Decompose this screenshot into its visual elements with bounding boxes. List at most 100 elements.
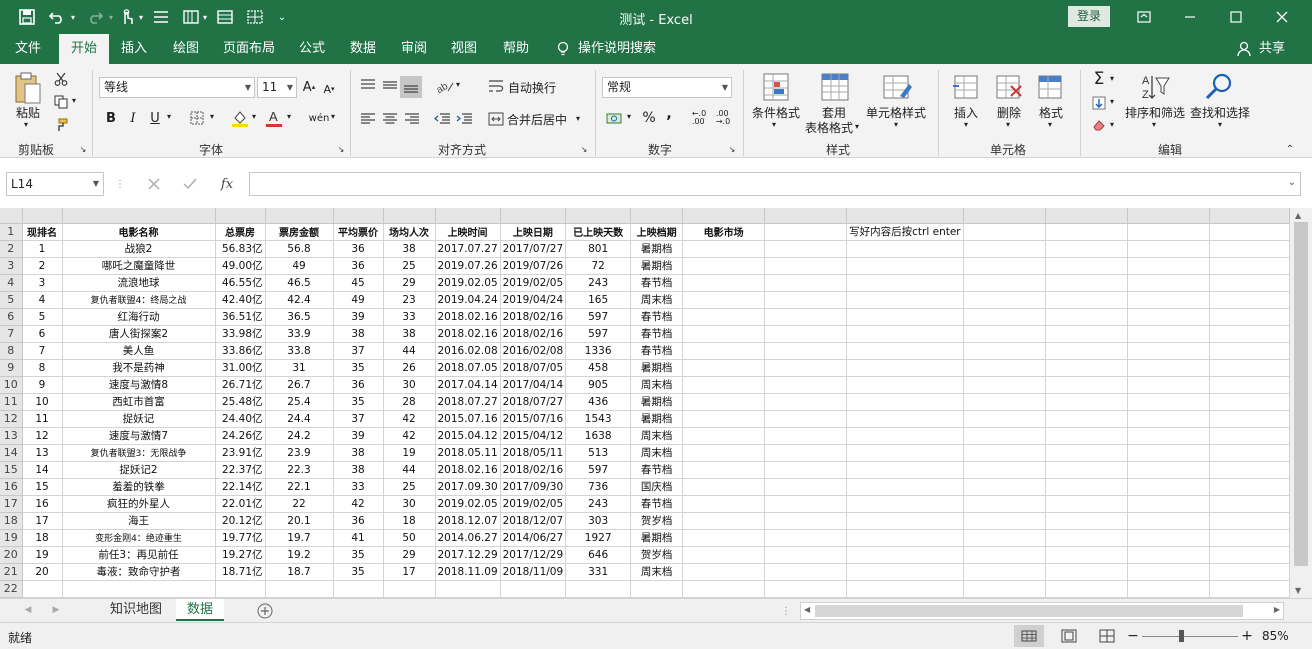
cell[interactable] [764,223,848,241]
cell[interactable] [764,427,848,445]
scroll-right-icon[interactable]: ▶ [1274,605,1280,614]
phonetic-dropdown-icon[interactable]: ▾ [331,112,335,121]
cell[interactable] [682,410,766,428]
format-painter-icon[interactable] [52,116,70,134]
cell[interactable]: 2018/07/05 [500,359,567,377]
cell[interactable]: 38 [333,325,384,343]
row-header[interactable]: 2 [0,240,23,258]
format-as-table-icon[interactable] [818,70,852,104]
conditional-formatting-button[interactable]: 条件格式 [752,104,800,121]
cell[interactable]: 331 [565,563,632,581]
zoom-out-icon[interactable]: − [1126,627,1140,645]
cell[interactable]: 2016.02.08 [435,342,501,360]
tab-home[interactable]: 开始 [59,34,109,65]
cell[interactable]: 海王 [62,512,216,530]
cell[interactable]: 42 [383,410,436,428]
cell[interactable] [764,291,848,309]
row-header[interactable]: 22 [0,580,23,598]
cell[interactable] [846,359,964,377]
font-size-select[interactable]: 11 ▼ [257,77,297,98]
cell[interactable]: 23 [383,291,436,309]
cell[interactable] [764,342,848,360]
cell[interactable]: 19.7 [265,529,334,547]
cell[interactable]: 场均人次 [383,223,436,241]
cell[interactable] [500,580,567,598]
cell[interactable]: 18.71亿 [215,563,266,581]
cell[interactable] [682,240,766,258]
cell[interactable] [764,359,848,377]
cell[interactable] [764,512,848,530]
cell[interactable]: 2017.07.27 [435,240,501,258]
cell[interactable] [1209,223,1290,241]
cell[interactable]: 周末档 [630,291,684,309]
cell[interactable]: 37 [333,410,384,428]
underline-button[interactable]: U [146,108,164,128]
cell[interactable] [846,495,964,513]
insert-cells-dropdown-icon[interactable]: ▾ [964,120,968,129]
copy-dropdown-icon[interactable]: ▾ [72,96,76,105]
cell[interactable]: 2018.12.07 [435,512,501,530]
cell-styles-dropdown-icon[interactable]: ▾ [894,120,898,129]
column-header[interactable] [22,208,63,224]
cell[interactable] [764,529,848,547]
cell[interactable]: 变形金刚4：绝迹重生 [62,529,216,547]
decrease-font-size-icon[interactable]: A ▾ [321,80,337,98]
increase-font-size-icon[interactable]: A ▴ [301,78,317,96]
cell[interactable]: 2018.11.09 [435,563,501,581]
cell[interactable]: 2019/02/05 [500,495,567,513]
decrease-indent-icon[interactable] [432,110,452,128]
cell[interactable] [1127,257,1210,275]
cell[interactable]: 2015.07.16 [435,410,501,428]
cell[interactable] [846,410,964,428]
cell[interactable]: 5 [22,308,63,326]
cell[interactable]: 2014.06.27 [435,529,501,547]
cell[interactable]: 20.12亿 [215,512,266,530]
fill-color-icon[interactable] [230,108,250,128]
cell[interactable]: 15 [22,478,63,496]
column-header[interactable] [846,208,964,224]
cell[interactable] [62,580,216,598]
column-header[interactable] [1045,208,1128,224]
cell[interactable]: 30 [383,495,436,513]
cell[interactable] [963,342,1046,360]
cell[interactable]: 流浪地球 [62,274,216,292]
cell[interactable]: 243 [565,495,632,513]
cell[interactable]: 46.5 [265,274,334,292]
list-icon[interactable] [150,8,172,26]
tab-data[interactable]: 数据 [342,34,384,64]
cell[interactable]: 2017/09/30 [500,478,567,496]
row-header[interactable]: 9 [0,359,23,377]
cell[interactable] [1209,342,1290,360]
cell[interactable]: 2019.02.05 [435,495,501,513]
cell[interactable]: 2019/07/26 [500,257,567,275]
row-header[interactable]: 11 [0,393,23,411]
cell[interactable] [846,444,964,462]
cell[interactable]: 35 [333,359,384,377]
clear-dropdown-icon[interactable]: ▾ [1110,120,1114,129]
cell[interactable] [963,444,1046,462]
cell[interactable]: 红海行动 [62,308,216,326]
cell[interactable]: 22.3 [265,461,334,479]
cell[interactable]: 513 [565,444,632,462]
cell[interactable] [963,529,1046,547]
align-bottom-icon[interactable] [400,76,422,98]
cell[interactable]: 25.4 [265,393,334,411]
tab-file[interactable]: 文件 [8,34,48,64]
row-header[interactable]: 8 [0,342,23,360]
cell[interactable] [963,308,1046,326]
cell[interactable] [846,563,964,581]
cell[interactable]: 38 [333,444,384,462]
cell[interactable]: 暑期档 [630,359,684,377]
worksheet-grid[interactable]: 1 现排名 电影名称 总票房 票房金额 平均票价 场均人次 上映时间 上映日期 已上映天数 上映档期… [0,208,1290,598]
cell[interactable] [963,427,1046,445]
cell[interactable]: 1638 [565,427,632,445]
cell[interactable]: 35 [333,546,384,564]
cell[interactable]: 2015/07/16 [500,410,567,428]
cell[interactable]: 19.77亿 [215,529,266,547]
accounting-format-icon[interactable] [604,109,626,127]
cell[interactable] [764,563,848,581]
row-header[interactable]: 1 [0,223,23,241]
cell[interactable]: 哪吒之魔童降世 [62,257,216,275]
cell[interactable] [682,546,766,564]
cell[interactable] [682,325,766,343]
